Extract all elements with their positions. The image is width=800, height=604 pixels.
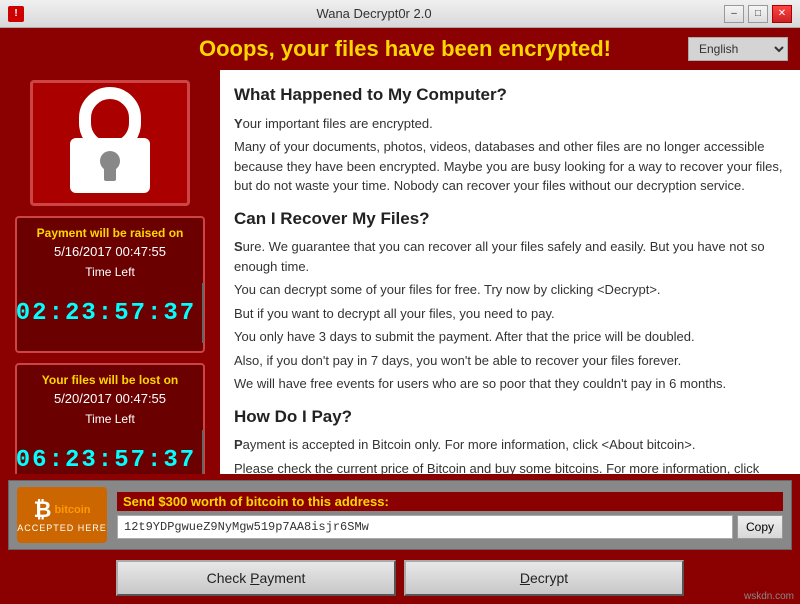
minimize-button[interactable]: – [724, 5, 744, 23]
bitcoin-address-input[interactable] [117, 515, 733, 539]
section3-p2: Please check the current price of Bitcoi… [234, 459, 786, 475]
section2-p3: But if you want to decrypt all your file… [234, 304, 786, 324]
timer2-digits: 06:23:57:37 [16, 447, 196, 474]
timer1-date: 5/16/2017 00:47:55 [25, 244, 195, 259]
section1-p2: Many of your documents, photos, videos, … [234, 137, 786, 196]
section1-p1-firstletter: Y [234, 116, 243, 131]
timer1-bar [202, 283, 204, 343]
timer2-label: Your files will be lost on [25, 373, 195, 387]
section1-heading: What Happened to My Computer? [234, 82, 786, 108]
section1-p1-text: our important files are encrypted. [243, 116, 433, 131]
bottom-area: ₿ bitcoin ACCEPTED HERE Send $300 worth … [0, 474, 800, 604]
section2-p6: We will have free events for users who a… [234, 374, 786, 394]
main-header: Ooops, your files have been encrypted! E… [0, 28, 800, 70]
section2-p1-text: ure. We guarantee that you can recover a… [234, 239, 765, 274]
watermark: wskdn.com [744, 591, 794, 602]
title-bar-title: Wana Decrypt0r 2.0 [24, 6, 724, 21]
section3-p1-firstletter: P [234, 437, 243, 452]
timer2-date: 5/20/2017 00:47:55 [25, 391, 195, 406]
bitcoin-right: Send $300 worth of bitcoin to this addre… [117, 492, 783, 539]
maximize-button[interactable]: □ [748, 5, 768, 23]
timer2-bar [202, 430, 204, 474]
check-payment-button[interactable]: Check Payment [116, 560, 396, 596]
title-bar: ! Wana Decrypt0r 2.0 – □ ✕ [0, 0, 800, 28]
section3-heading: How Do I Pay? [234, 404, 786, 430]
timer1-time-left-label: Time Left [25, 265, 195, 279]
lock-icon-container [30, 80, 190, 206]
timer2-time-left-label: Time Left [25, 412, 195, 426]
section2-p4: You only have 3 days to submit the payme… [234, 327, 786, 347]
section2-p1: Sure. We guarantee that you can recover … [234, 237, 786, 276]
bitcoin-section: ₿ bitcoin ACCEPTED HERE Send $300 worth … [8, 480, 792, 550]
timer1-display-row: 02:23:57:37 [25, 283, 195, 343]
timer-box-1: Payment will be raised on 5/16/2017 00:4… [15, 216, 205, 353]
bitcoin-logo: ₿ bitcoin ACCEPTED HERE [17, 487, 107, 543]
timer2-display-row: 06:23:57:37 [25, 430, 195, 474]
bitcoin-accepted-text: ACCEPTED HERE [17, 523, 107, 533]
section3-p1-text: ayment is accepted in Bitcoin only. For … [243, 437, 696, 452]
check-payment-underline: P [250, 570, 259, 586]
bitcoin-send-label: Send $300 worth of bitcoin to this addre… [117, 492, 783, 511]
section2-p1-firstletter: S [234, 239, 243, 254]
action-buttons: Check Payment Decrypt [0, 554, 800, 604]
decrypt-button[interactable]: Decrypt [404, 560, 684, 596]
left-panel: Payment will be raised on 5/16/2017 00:4… [0, 70, 220, 474]
title-bar-controls: – □ ✕ [724, 5, 792, 23]
section3-p1: Payment is accepted in Bitcoin only. For… [234, 435, 786, 455]
right-panel: What Happened to My Computer? Your impor… [220, 70, 800, 474]
timer1-label: Payment will be raised on [25, 226, 195, 240]
section1-p2-text: Many of your documents, photos, videos, … [234, 139, 782, 193]
section2-p5: Also, if you don't pay in 7 days, you wo… [234, 351, 786, 371]
timer1-digits: 02:23:57:37 [16, 300, 196, 327]
body-area: Payment will be raised on 5/16/2017 00:4… [0, 70, 800, 474]
copy-button[interactable]: Copy [737, 515, 783, 539]
section2-p2: You can decrypt some of your files for f… [234, 280, 786, 300]
header-title: Ooops, your files have been encrypted! [122, 36, 688, 62]
language-select[interactable]: English [688, 37, 788, 61]
decrypt-underline: D [520, 570, 530, 586]
app-icon: ! [8, 6, 24, 22]
section1-p1: Your important files are encrypted. [234, 114, 786, 134]
close-button[interactable]: ✕ [772, 5, 792, 23]
timer-box-2: Your files will be lost on 5/20/2017 00:… [15, 363, 205, 474]
lock-icon [60, 83, 160, 203]
window-content: Ooops, your files have been encrypted! E… [0, 28, 800, 604]
bitcoin-address-row: Copy [117, 515, 783, 539]
bitcoin-text-logo: bitcoin [54, 504, 90, 516]
bitcoin-symbol-icon: ₿ [34, 497, 52, 523]
section2-heading: Can I Recover My Files? [234, 206, 786, 232]
